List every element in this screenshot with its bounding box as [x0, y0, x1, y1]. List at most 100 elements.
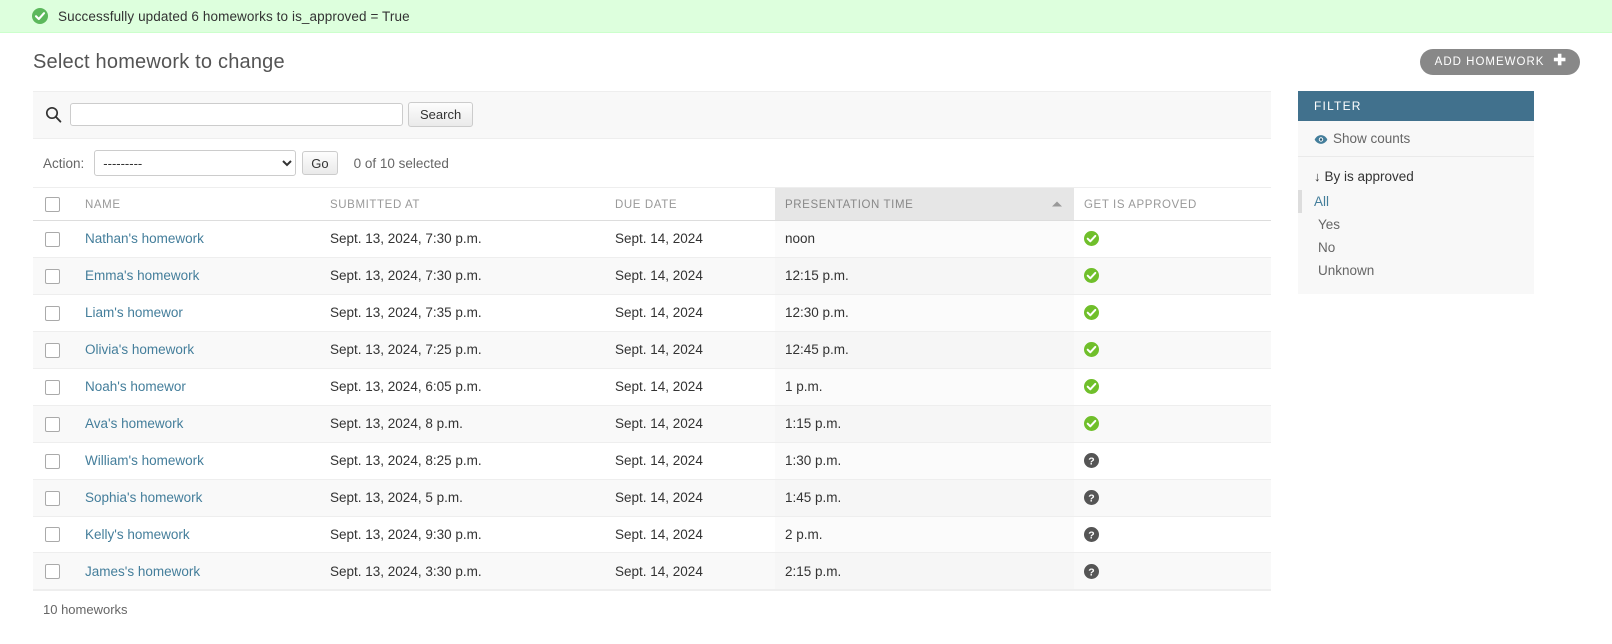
column-header-presentation-time[interactable]: PRESENTATION TIME — [775, 187, 1074, 221]
homework-link[interactable]: Kelly's homework — [85, 527, 190, 542]
cell-submitted-at: Sept. 13, 2024, 5 p.m. — [320, 479, 605, 517]
cell-get-is-approved — [1074, 257, 1271, 295]
boolean-unknown-icon: ? — [1084, 526, 1099, 542]
row-select-checkbox[interactable] — [45, 342, 60, 358]
homework-link[interactable]: Nathan's homework — [85, 231, 204, 246]
homework-link[interactable]: Noah's homewor — [85, 379, 186, 394]
row-select-cell — [33, 479, 75, 517]
row-select-cell — [33, 442, 75, 480]
row-select-cell — [33, 294, 75, 332]
cell-presentation-time: 2:15 p.m. — [775, 552, 1074, 591]
filter-choice-unknown[interactable]: Unknown — [1298, 259, 1534, 282]
cell-get-is-approved — [1074, 405, 1271, 443]
cell-name: William's homework — [75, 442, 320, 480]
cell-name: Sophia's homework — [75, 479, 320, 517]
homework-link[interactable]: Ava's homework — [85, 416, 183, 431]
table-row: Nathan's homework Sept. 13, 2024, 7:30 p.… — [33, 220, 1271, 258]
homework-link[interactable]: Emma's homework — [85, 268, 199, 283]
column-header-submitted-at[interactable]: SUBMITTED AT — [320, 187, 605, 221]
table-row: Sophia's homework Sept. 13, 2024, 5 p.m. S… — [33, 479, 1271, 517]
row-select-checkbox[interactable] — [45, 527, 60, 543]
show-counts-label: Show counts — [1333, 131, 1411, 146]
table-row: Emma's homework Sept. 13, 2024, 7:30 p.m.… — [33, 257, 1271, 295]
success-message-bar: Successfully updated 6 homeworks to is_a… — [0, 0, 1612, 33]
filter-choice-link[interactable]: All — [1314, 194, 1329, 209]
eye-icon — [1314, 133, 1328, 144]
column-header-due-date[interactable]: DUE DATE — [605, 187, 775, 221]
filter-choice-no[interactable]: No — [1298, 236, 1534, 259]
filter-choice-link[interactable]: Yes — [1318, 217, 1340, 232]
search-input[interactable] — [70, 103, 403, 126]
search-icon — [45, 106, 62, 123]
results-table-head: NAME SUBMITTED AT DUE DATE PRESENTATION … — [33, 187, 1271, 221]
row-select-cell — [33, 368, 75, 406]
row-select-checkbox[interactable] — [45, 231, 60, 247]
show-counts-toggle[interactable]: Show counts — [1298, 121, 1534, 157]
row-select-checkbox[interactable] — [45, 379, 60, 395]
cell-due-date: Sept. 14, 2024 — [605, 331, 775, 369]
svg-text:?: ? — [1088, 492, 1094, 504]
cell-get-is-approved — [1074, 220, 1271, 258]
row-select-cell — [33, 405, 75, 443]
plus-icon: ✚ — [1553, 52, 1567, 69]
table-row: William's homework Sept. 13, 2024, 8:25 p… — [33, 442, 1271, 480]
svg-text:?: ? — [1088, 529, 1094, 541]
table-row: Kelly's homework Sept. 13, 2024, 9:30 p.m… — [33, 516, 1271, 554]
boolean-yes-icon — [1084, 342, 1099, 358]
cell-due-date: Sept. 14, 2024 — [605, 442, 775, 480]
sort-ascending-icon[interactable] — [1052, 201, 1062, 207]
row-select-checkbox[interactable] — [45, 305, 60, 321]
filter-choice-all[interactable]: All — [1298, 190, 1534, 213]
select-all-checkbox[interactable] — [45, 197, 60, 212]
table-row: Ava's homework Sept. 13, 2024, 8 p.m. Sept… — [33, 405, 1271, 443]
cell-presentation-time: 1 p.m. — [775, 368, 1074, 406]
row-select-checkbox[interactable] — [45, 490, 60, 506]
boolean-yes-icon — [1084, 305, 1099, 321]
search-button[interactable]: Search — [408, 102, 474, 127]
cell-due-date: Sept. 14, 2024 — [605, 257, 775, 295]
column-header-get-is-approved: GET IS APPROVED — [1074, 187, 1271, 221]
cell-submitted-at: Sept. 13, 2024, 3:30 p.m. — [320, 552, 605, 591]
cell-submitted-at: Sept. 13, 2024, 7:35 p.m. — [320, 294, 605, 332]
homework-link[interactable]: William's homework — [85, 453, 204, 468]
add-homework-button[interactable]: ADD HOMEWORK ✚ — [1419, 49, 1580, 75]
homework-link[interactable]: Olivia's homework — [85, 342, 194, 357]
filter-choice-yes[interactable]: Yes — [1298, 213, 1534, 236]
filter-sidebar: FILTER Show counts ↓ By is approved All Yes… — [1298, 91, 1534, 294]
cell-submitted-at: Sept. 13, 2024, 8 p.m. — [320, 405, 605, 443]
column-header-name[interactable]: NAME — [75, 187, 320, 221]
cell-name: Nathan's homework — [75, 220, 320, 258]
column-header-presentation-time-label: PRESENTATION TIME — [785, 198, 914, 211]
row-select-checkbox[interactable] — [45, 453, 60, 469]
cell-due-date: Sept. 14, 2024 — [605, 220, 775, 258]
filter-choice-link[interactable]: Unknown — [1318, 263, 1374, 278]
results-header-row: NAME SUBMITTED AT DUE DATE PRESENTATION … — [33, 187, 1271, 221]
table-row: Liam's homewor Sept. 13, 2024, 7:35 p.m. S… — [33, 294, 1271, 332]
row-select-cell — [33, 552, 75, 591]
cell-presentation-time: 12:45 p.m. — [775, 331, 1074, 369]
boolean-unknown-icon: ? — [1084, 490, 1099, 506]
cell-get-is-approved: ? — [1074, 552, 1271, 591]
action-label: Action: — [43, 155, 85, 171]
boolean-yes-icon — [1084, 268, 1099, 284]
cell-get-is-approved: ? — [1074, 442, 1271, 480]
results-table: NAME SUBMITTED AT DUE DATE PRESENTATION … — [33, 187, 1271, 591]
results-table-body: Nathan's homework Sept. 13, 2024, 7:30 p.… — [33, 220, 1271, 591]
row-select-checkbox[interactable] — [45, 416, 60, 432]
row-select-checkbox[interactable] — [45, 564, 60, 580]
cell-get-is-approved — [1074, 368, 1271, 406]
homework-link[interactable]: Sophia's homework — [85, 490, 202, 505]
filter-group-label: By is approved — [1324, 169, 1414, 184]
action-select[interactable]: --------- — [94, 150, 297, 176]
cell-submitted-at: Sept. 13, 2024, 7:25 p.m. — [320, 331, 605, 369]
cell-submitted-at: Sept. 13, 2024, 7:30 p.m. — [320, 220, 605, 258]
homework-link[interactable]: James's homework — [85, 564, 200, 579]
page-header: Select homework to change ADD HOMEWORK ✚ — [0, 33, 1612, 91]
row-select-checkbox[interactable] — [45, 268, 60, 284]
boolean-yes-icon — [1084, 379, 1099, 395]
cell-get-is-approved: ? — [1074, 516, 1271, 554]
homework-link[interactable]: Liam's homewor — [85, 305, 183, 320]
action-go-button[interactable]: Go — [302, 151, 338, 175]
filter-choice-link[interactable]: No — [1318, 240, 1335, 255]
filter-title: FILTER — [1298, 91, 1534, 121]
